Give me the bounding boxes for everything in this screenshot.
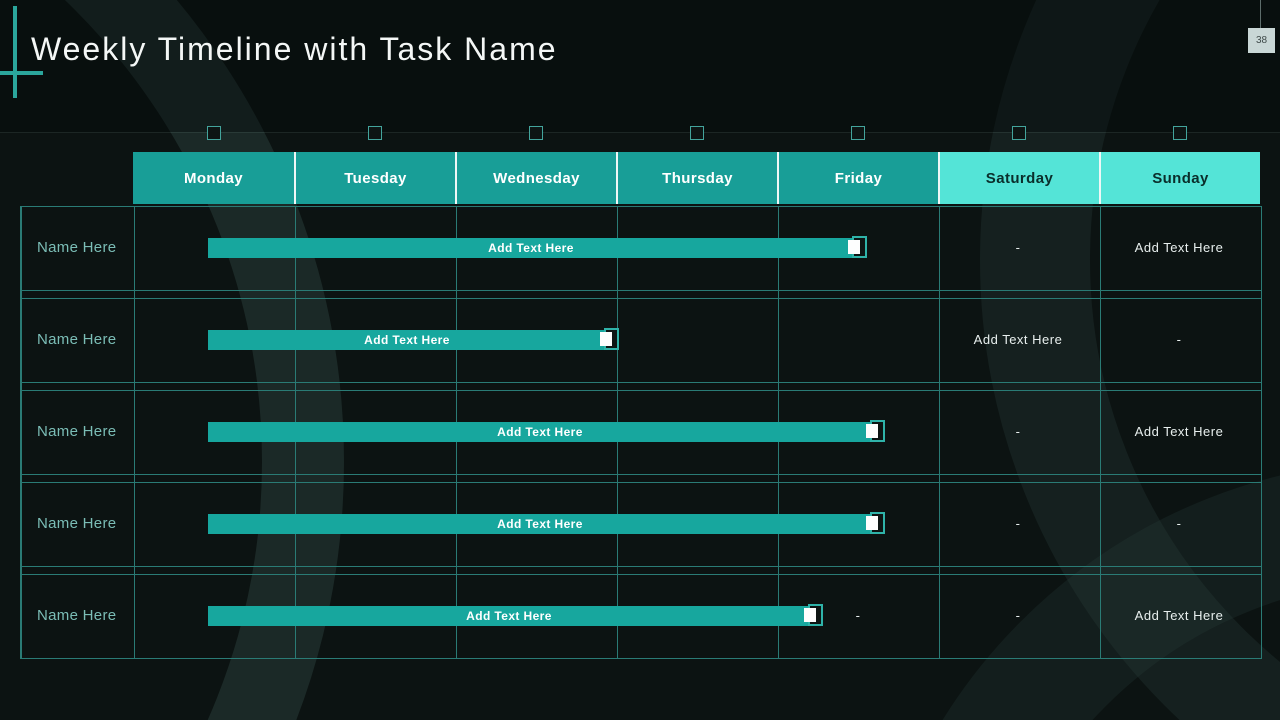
column-marker-square <box>851 126 865 140</box>
gantt-bar-end-marker <box>848 236 867 258</box>
cell-value-friday[interactable]: - <box>856 574 861 658</box>
task-row: Name Here Add Text Here Add Text Here - <box>0 298 1280 382</box>
accent-cross-vertical <box>13 6 17 98</box>
cell-value-saturday[interactable]: - <box>1016 206 1021 290</box>
column-marker-square <box>1173 126 1187 140</box>
gantt-bar-end-marker <box>600 328 619 350</box>
task-name-label[interactable]: Name Here <box>37 298 116 382</box>
slide-background: Weekly Timeline with Task Name 38 Monday… <box>0 0 1280 720</box>
weekday-header-row: Monday Tuesday Wednesday Thursday Friday… <box>133 152 1260 204</box>
column-marker-baseline <box>0 132 1280 133</box>
header-cell-saturday: Saturday <box>938 152 1099 204</box>
cell-value-saturday[interactable]: Add Text Here <box>974 298 1063 382</box>
task-name-label[interactable]: Name Here <box>37 574 116 658</box>
gantt-bar[interactable]: Add Text Here <box>208 512 885 534</box>
gantt-bar-label[interactable]: Add Text Here <box>466 609 552 623</box>
cell-value-saturday[interactable]: - <box>1016 390 1021 474</box>
page-title: Weekly Timeline with Task Name <box>31 31 558 67</box>
accent-cross-horizontal <box>0 71 43 75</box>
column-marker-square <box>207 126 221 140</box>
cell-value-saturday[interactable]: - <box>1016 574 1021 658</box>
header-cell-sunday: Sunday <box>1099 152 1260 204</box>
gantt-bar[interactable]: Add Text Here <box>208 236 867 258</box>
cell-value-sunday[interactable]: - <box>1177 298 1182 382</box>
task-row: Name Here Add Text Here - - Add Text Her… <box>0 574 1280 658</box>
column-marker-square <box>368 126 382 140</box>
gantt-bar-end-marker <box>804 604 823 626</box>
gantt-bar-end-marker <box>866 512 885 534</box>
cell-value-sunday[interactable]: Add Text Here <box>1135 574 1224 658</box>
column-marker-square <box>690 126 704 140</box>
gantt-bar-label[interactable]: Add Text Here <box>497 517 583 531</box>
header-cell-monday: Monday <box>133 152 294 204</box>
column-marker-square <box>529 126 543 140</box>
cell-value-sunday[interactable]: - <box>1177 482 1182 566</box>
page-number-line <box>1260 0 1261 28</box>
gantt-bar-label[interactable]: Add Text Here <box>497 425 583 439</box>
column-marker-square <box>1012 126 1026 140</box>
header-cell-thursday: Thursday <box>616 152 777 204</box>
header-cell-tuesday: Tuesday <box>294 152 455 204</box>
task-name-label[interactable]: Name Here <box>37 482 116 566</box>
task-row: Name Here Add Text Here - - <box>0 482 1280 566</box>
task-row: Name Here Add Text Here - Add Text Here <box>0 390 1280 474</box>
task-name-label[interactable]: Name Here <box>37 206 116 290</box>
page-number-badge: 38 <box>1248 28 1275 53</box>
cell-value-sunday[interactable]: Add Text Here <box>1135 390 1224 474</box>
cell-value-sunday[interactable]: Add Text Here <box>1135 206 1224 290</box>
header-cell-friday: Friday <box>777 152 938 204</box>
gantt-bar[interactable]: Add Text Here <box>208 328 619 350</box>
cell-value-saturday[interactable]: - <box>1016 482 1021 566</box>
gantt-bar-label[interactable]: Add Text Here <box>488 241 574 255</box>
gantt-bar-label[interactable]: Add Text Here <box>364 333 450 347</box>
task-row: Name Here Add Text Here - Add Text Here <box>0 206 1280 290</box>
task-name-label[interactable]: Name Here <box>37 390 116 474</box>
gantt-bar[interactable]: Add Text Here <box>208 420 885 442</box>
header-cell-wednesday: Wednesday <box>455 152 616 204</box>
gantt-bar[interactable]: Add Text Here <box>208 604 823 626</box>
gantt-bar-end-marker <box>866 420 885 442</box>
